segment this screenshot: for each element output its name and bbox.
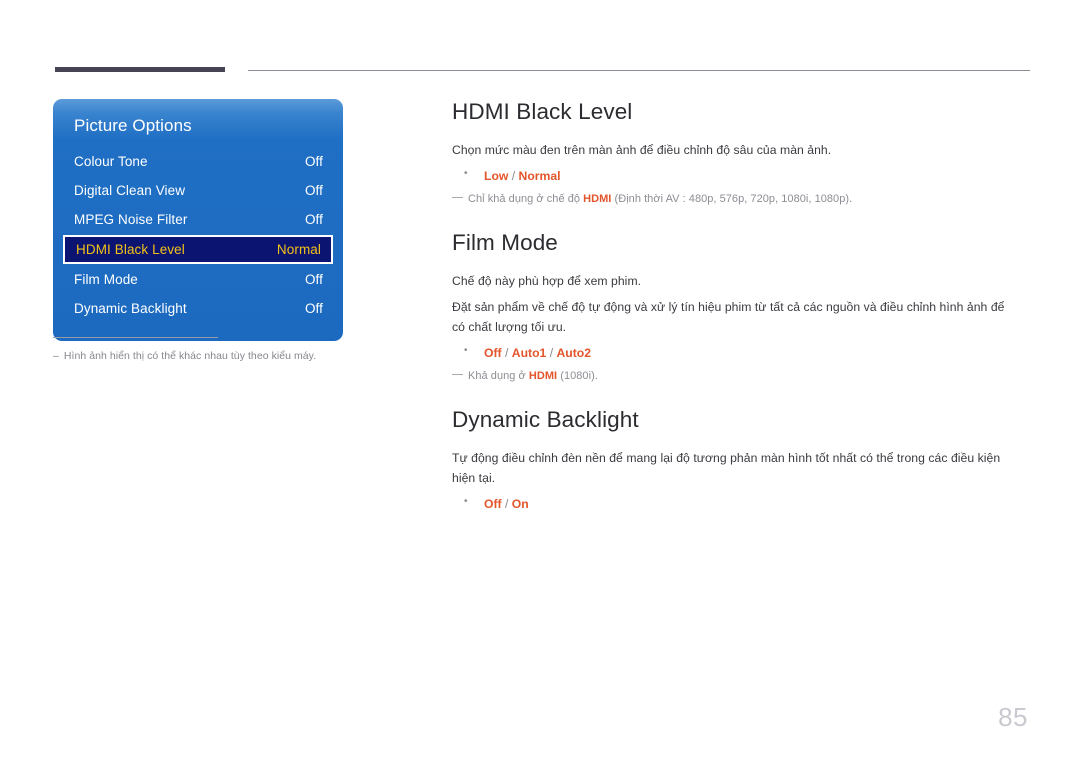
note-text-before: Chỉ khả dụng ở chế độ <box>468 193 584 206</box>
note-dash-icon <box>452 374 463 376</box>
osd-row-value: Off <box>304 272 323 287</box>
osd-row[interactable]: Colour Tone Off <box>53 147 343 176</box>
note-highlight: HDMI <box>528 370 558 383</box>
osd-row-value: Off <box>304 301 323 316</box>
section-paragraph: Chọn mức màu đen trên màn ảnh để điều ch… <box>452 143 832 157</box>
osd-panel-title: Picture Options <box>74 116 192 135</box>
content-section: HDMI Black Level Chọn mức màu đen trên mà… <box>452 99 1030 208</box>
osd-row[interactable]: Digital Clean View Off <box>53 176 343 205</box>
osd-footnote: – Hình ảnh hiển thị có thể khác nhau tùy … <box>53 337 353 362</box>
osd-row-label: Dynamic Backlight <box>74 301 187 316</box>
content-section: Film Mode Chế độ này phù hợp để xem phim.… <box>452 230 1030 385</box>
option-value: Low <box>484 168 509 183</box>
osd-row-value: Off <box>304 183 323 198</box>
option-separator: / <box>501 345 512 360</box>
osd-row-label: Film Mode <box>74 272 138 287</box>
note-text-after: (1080i). <box>557 370 598 383</box>
page-header <box>0 0 1080 90</box>
footnote-divider <box>53 337 218 338</box>
note-text-after: (Định thời AV : 480p, 576p, 720p, 1080i,… <box>611 193 853 206</box>
section-heading: HDMI Black Level <box>452 99 633 124</box>
osd-row-value: Normal <box>276 242 321 257</box>
osd-menu-list: Colour Tone Off Digital Clean View Off MPEG … <box>53 147 343 323</box>
footnote-text-row: – Hình ảnh hiển thị có thể khác nhau tùy … <box>53 350 353 362</box>
option-value: Off <box>484 496 502 511</box>
osd-menu-illustration: Picture Options Colour Tone Off Digital Cl… <box>53 99 343 341</box>
footnote-dash: – <box>53 350 59 362</box>
osd-row-value: Off <box>304 212 323 227</box>
content-section: Dynamic Backlight Tự động điều chỉnh đèn … <box>452 407 1030 514</box>
section-note: Chỉ khả dụng ở chế độ HDMI (Định thời AV… <box>452 191 1030 208</box>
option-list: Off / On <box>452 494 1030 515</box>
section-paragraph: Chế độ này phù hợp để xem phim. <box>452 274 642 289</box>
osd-row[interactable]: Film Mode Off <box>53 265 343 294</box>
header-accent-bar <box>55 67 225 72</box>
option-value: Auto1 <box>511 345 547 360</box>
osd-row-selected[interactable]: HDMI Black Level Normal <box>63 235 333 264</box>
osd-row-label: Digital Clean View <box>74 183 186 198</box>
option-value: Auto2 <box>556 345 592 360</box>
osd-row-value: Off <box>304 154 323 169</box>
option-value: Off <box>484 345 502 360</box>
osd-row[interactable]: MPEG Noise Filter Off <box>53 205 343 234</box>
option-list-item: Low / Normal <box>464 166 1030 187</box>
page-number: 85 <box>998 702 1028 732</box>
note-dash-icon <box>452 197 463 199</box>
option-separator: / <box>546 345 557 360</box>
option-list-item: Off / On <box>464 494 1030 515</box>
section-note: Khả dụng ở HDMI (1080i). <box>452 368 1030 385</box>
option-list: Off / Auto1 / Auto2 <box>452 343 1030 364</box>
section-paragraph: Tự động điều chỉnh đèn nền để mang lại đ… <box>452 451 1001 485</box>
option-value: Normal <box>518 168 561 183</box>
header-divider-rule <box>248 70 1030 71</box>
osd-row-label: HDMI Black Level <box>76 242 185 257</box>
osd-panel: Picture Options Colour Tone Off Digital Cl… <box>53 99 343 341</box>
osd-row-label: Colour Tone <box>74 154 148 169</box>
option-list-item: Off / Auto1 / Auto2 <box>464 343 1030 364</box>
footnote-label: Hình ảnh hiển thị có thể khác nhau tùy t… <box>63 350 317 362</box>
section-paragraph: Đặt sản phẩm về chế độ tự động và xử lý … <box>452 300 1005 334</box>
option-value: On <box>511 496 529 511</box>
section-heading: Film Mode <box>452 230 558 256</box>
option-separator: / <box>501 496 512 511</box>
option-list: Low / Normal <box>452 166 1030 187</box>
section-heading: Dynamic Backlight <box>452 407 639 433</box>
article-content: HDMI Black Level Chọn mức màu đen trên mà… <box>452 99 1030 519</box>
note-highlight: HDMI <box>583 193 612 206</box>
option-separator: / <box>508 168 519 183</box>
osd-row-label: MPEG Noise Filter <box>74 212 188 227</box>
note-text-before: Khả dụng ở <box>468 370 529 383</box>
osd-row[interactable]: Dynamic Backlight Off <box>53 294 343 323</box>
